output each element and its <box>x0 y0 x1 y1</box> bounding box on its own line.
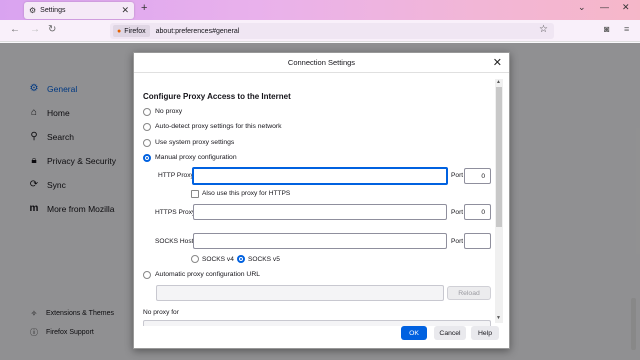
tab-settings[interactable]: ⚙ Settings ✕ <box>24 2 134 19</box>
identity-box[interactable]: ● Firefox <box>113 25 150 37</box>
close-tab-icon[interactable]: ✕ <box>121 5 129 16</box>
dialog-scrollbar[interactable]: ▲ ▼ <box>495 79 503 323</box>
menu-icon[interactable]: ≡ <box>624 24 629 34</box>
pocket-icon[interactable]: ◙ <box>604 24 609 34</box>
radio-label[interactable]: Manual proxy configuration <box>155 154 237 161</box>
radio-label[interactable]: Use system proxy settings <box>155 139 234 146</box>
page-scrollbar[interactable] <box>631 298 636 350</box>
radio-label[interactable]: Auto-detect proxy settings for this netw… <box>155 123 282 130</box>
socks-port-input[interactable] <box>464 233 491 249</box>
ok-button[interactable]: OK <box>401 326 427 340</box>
identity-label: Firefox <box>124 27 146 35</box>
radio-socks-v5[interactable] <box>237 255 245 263</box>
radio-label[interactable]: No proxy <box>155 108 182 115</box>
firefox-icon: ● <box>117 27 122 35</box>
no-proxy-for-label: No proxy for <box>143 309 179 316</box>
https-port-label: Port <box>451 209 464 216</box>
socks-host-label: SOCKS Host <box>155 238 194 245</box>
https-same-proxy-checkbox[interactable] <box>191 190 199 198</box>
http-proxy-label: HTTP Proxy <box>158 172 194 179</box>
forward-arrow-icon[interactable]: → <box>30 24 40 35</box>
bookmark-star-icon[interactable]: ☆ <box>539 24 548 35</box>
close-icon[interactable]: ✕ <box>493 56 502 69</box>
gear-icon: ⚙ <box>29 6 37 15</box>
radio-manual-proxy[interactable] <box>143 154 151 162</box>
minimize-icon[interactable]: — <box>600 2 609 12</box>
url-text[interactable]: about:preferences#general <box>156 28 240 35</box>
radio-system-proxy[interactable] <box>143 139 151 147</box>
reload-icon[interactable]: ↻ <box>48 24 56 35</box>
connection-settings-dialog: Connection Settings ✕ ▲ ▼ Configure Prox… <box>133 52 510 349</box>
socks-host-input[interactable] <box>193 233 447 249</box>
scrollbar-thumb[interactable] <box>496 87 502 227</box>
http-port-input[interactable]: 0 <box>464 168 491 184</box>
radio-label[interactable]: SOCKS v5 <box>248 256 280 263</box>
radio-label[interactable]: Automatic proxy configuration URL <box>155 271 260 278</box>
cancel-button[interactable]: Cancel <box>434 326 466 340</box>
checkbox-label[interactable]: Also use this proxy for HTTPS <box>202 190 290 197</box>
dialog-title-text: Connection Settings <box>287 58 356 67</box>
chevron-down-icon[interactable]: ⌄ <box>578 2 586 13</box>
radio-auto-config-url[interactable] <box>143 271 151 279</box>
scroll-up-icon[interactable]: ▲ <box>496 79 501 85</box>
radio-socks-v4[interactable] <box>191 255 199 263</box>
http-port-label: Port <box>451 172 464 179</box>
socks-port-label: Port <box>451 238 464 245</box>
back-arrow-icon[interactable]: ← <box>10 24 20 35</box>
auto-config-url-input[interactable] <box>156 285 444 301</box>
https-proxy-input[interactable] <box>193 204 447 220</box>
navigation-toolbar: ← → ↻ ● Firefox about:preferences#genera… <box>0 20 640 42</box>
help-button[interactable]: Help <box>471 326 499 340</box>
radio-auto-detect[interactable] <box>143 123 151 131</box>
url-bar[interactable]: ● Firefox about:preferences#general ☆ <box>110 23 554 39</box>
http-proxy-input[interactable] <box>192 167 448 185</box>
https-port-input[interactable]: 0 <box>464 204 491 220</box>
tab-title: Settings <box>40 7 66 14</box>
radio-no-proxy[interactable] <box>143 108 151 116</box>
reload-button[interactable]: Reload <box>447 286 491 300</box>
dialog-title: Connection Settings ✕ <box>134 53 509 73</box>
https-proxy-label: HTTPS Proxy <box>155 209 196 216</box>
new-tab-button[interactable]: + <box>141 2 147 14</box>
tab-strip: ⚙ Settings ✕ + ⌄ — ✕ <box>0 0 640 20</box>
scroll-down-icon[interactable]: ▼ <box>496 315 501 321</box>
close-window-icon[interactable]: ✕ <box>622 2 630 13</box>
radio-label[interactable]: SOCKS v4 <box>202 256 234 263</box>
section-heading: Configure Proxy Access to the Internet <box>143 92 291 101</box>
